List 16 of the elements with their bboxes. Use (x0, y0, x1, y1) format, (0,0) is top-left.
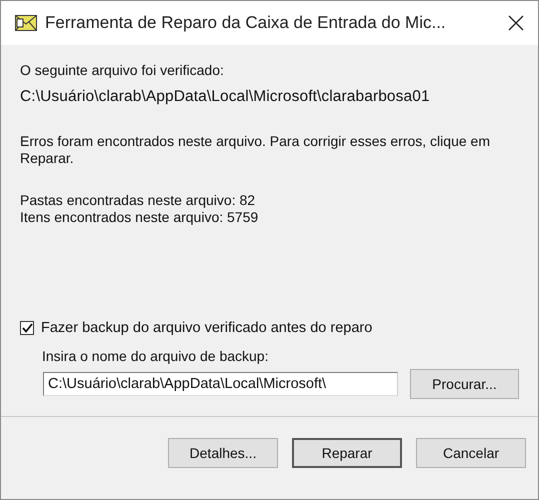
stat-text: Pastas encontradas neste arquivo: 82 (20, 192, 256, 209)
app-icon (15, 15, 37, 31)
backup-checkbox[interactable] (20, 321, 34, 335)
scanned-file-label: O seguinte arquivo foi verificado: (20, 62, 225, 78)
checkbox-label: Fazer backup do arquivo verificado antes do reparo (41, 320, 372, 336)
error-message: Erros foram encontrados neste arquivo. Para corrigir esses erros, clique em Reparar. (20, 133, 490, 167)
field-label: Insira o nome do arquivo de backup: (42, 348, 270, 364)
dialog-button[interactable]: Cancelar (416, 438, 526, 468)
stat-text: Itens encontrados neste arquivo: 5759 (20, 209, 260, 226)
dialog-button[interactable]: Detalhes... (168, 438, 278, 468)
browse-button[interactable]: Procurar... (410, 369, 519, 399)
window-title: Ferramenta de Reparo da Caixa de Entrada do Mic... (45, 13, 447, 33)
backup-path-field[interactable]: C:\Usuário\clarab\AppData\Local\Microsoft\ (43, 372, 398, 396)
dialog-button[interactable]: Reparar (292, 438, 402, 468)
scanned-file-path: C:\Usuário\clarab\AppData\Local\Microsoft\clarabarbosa01 (20, 88, 431, 106)
close-icon (508, 15, 524, 31)
